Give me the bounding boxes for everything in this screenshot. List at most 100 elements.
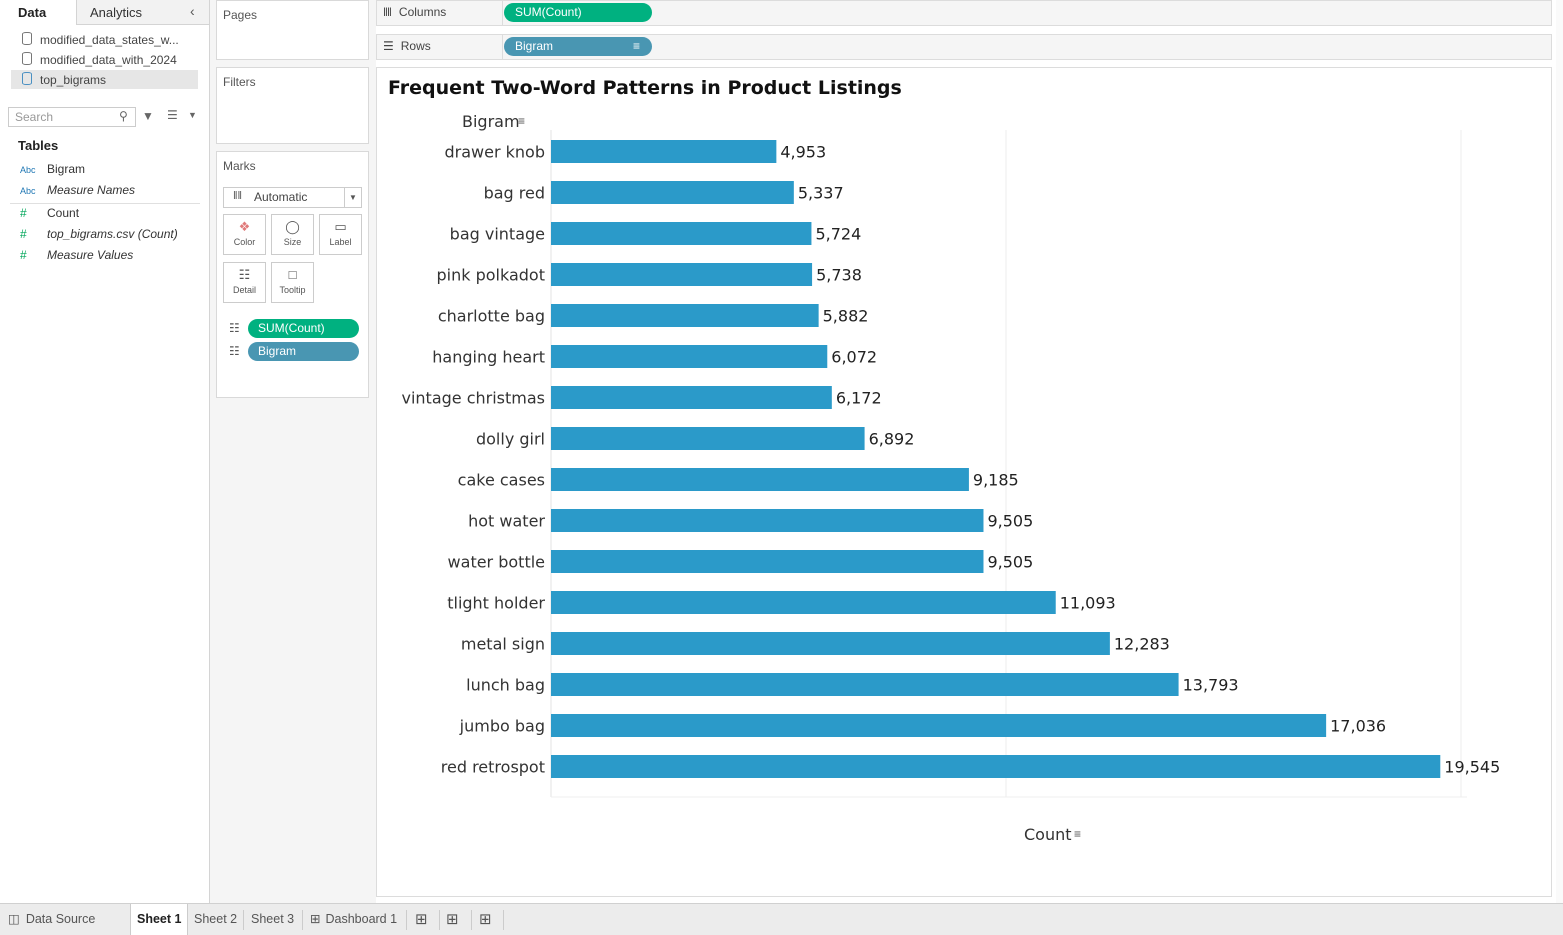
tab-separator [471, 910, 472, 930]
field-label: Count [47, 206, 80, 220]
chevron-down-icon[interactable]: ▼ [349, 193, 357, 202]
sort-descending-icon[interactable]: ≡ [1074, 827, 1081, 841]
bar[interactable] [551, 632, 1110, 655]
tab-dashboard-1[interactable]: ⊞ Dashboard 1 [310, 904, 397, 935]
category-label[interactable]: pink polkadot [437, 266, 546, 285]
database-active-icon [22, 72, 32, 85]
datasource-item-active[interactable]: top_bigrams [22, 71, 198, 89]
data-label: 4,953 [780, 143, 826, 162]
size-icon: ◯ [285, 219, 300, 234]
category-label[interactable]: bag red [484, 184, 545, 203]
tab-data-source[interactable]: ◫ Data Source [8, 904, 95, 935]
detail-hierarchy-icon: ☷ [229, 344, 240, 358]
tab-sheet-2[interactable]: Sheet 2 [194, 904, 237, 935]
category-label[interactable]: water bottle [448, 553, 545, 572]
collapse-pane-icon[interactable]: ‹ [190, 3, 195, 19]
color-button-label: Color [233, 237, 256, 247]
mark-type-select[interactable]: Automatic [223, 187, 362, 208]
number-type-icon: # [20, 206, 27, 220]
bar[interactable] [551, 386, 832, 409]
category-label[interactable]: cake cases [458, 471, 545, 490]
field-label: Measure Names [47, 183, 136, 197]
x-axis-title[interactable]: Count [1024, 825, 1072, 844]
new-story-icon[interactable]: ⊞ [479, 904, 492, 935]
category-labels: drawer knob bag red bag vintage pink polkad… [401, 143, 545, 777]
rows-pill-bigram[interactable]: Bigram ≡ [504, 37, 652, 56]
field-measure-names[interactable]: Abc Measure Names [20, 181, 135, 199]
category-label[interactable]: tlight holder [447, 594, 545, 613]
field-search-input[interactable]: Search [8, 107, 136, 127]
chart-title: Frequent Two-Word Patterns in Product Li… [388, 77, 902, 99]
marks-pill-bigram[interactable]: Bigram [248, 342, 359, 361]
category-label[interactable]: jumbo bag [459, 717, 545, 736]
tab-separator [503, 910, 504, 930]
bar[interactable] [551, 427, 865, 450]
bar-chart: drawer knob bag red bag vintage pink polkad… [401, 130, 1500, 798]
category-label[interactable]: vintage christmas [401, 389, 545, 408]
tab-data[interactable]: Data [0, 0, 77, 25]
category-label[interactable]: metal sign [461, 635, 545, 654]
tab-sheet-3[interactable]: Sheet 3 [251, 904, 294, 935]
bar[interactable] [551, 509, 984, 532]
field-measure-values[interactable]: # Measure Values [20, 246, 133, 264]
columns-icon: ‖‖ [383, 5, 392, 19]
data-label: 19,545 [1444, 758, 1500, 777]
bar[interactable] [551, 673, 1179, 696]
label-button[interactable]: ▭ Label [319, 214, 362, 255]
category-label[interactable]: lunch bag [466, 676, 545, 695]
category-label[interactable]: drawer knob [445, 143, 545, 162]
field-bigram[interactable]: Abc Bigram [20, 160, 85, 178]
tables-heading: Tables [18, 138, 59, 153]
columns-pill-sum-count[interactable]: SUM(Count) [504, 3, 652, 22]
color-button[interactable]: ❖ Color [223, 214, 266, 255]
category-label[interactable]: dolly girl [476, 430, 545, 449]
marks-pill-sum-count[interactable]: SUM(Count) [248, 319, 359, 338]
bar[interactable] [551, 468, 969, 491]
tooltip-button[interactable]: □ Tooltip [271, 262, 314, 303]
bar[interactable] [551, 345, 828, 368]
sort-descending-icon[interactable]: ≡ [518, 114, 525, 128]
chevron-down-icon[interactable]: ▼ [188, 110, 197, 120]
bar[interactable] [551, 181, 794, 204]
view-list-icon[interactable]: ☰ [167, 108, 178, 122]
filter-icon[interactable]: ▼ [142, 109, 154, 123]
vertical-scrollbar[interactable] [1556, 0, 1563, 903]
detail-button[interactable]: ☷ Detail [223, 262, 266, 303]
tab-separator [243, 910, 244, 930]
bar[interactable] [551, 591, 1056, 614]
category-label[interactable]: hanging heart [432, 348, 545, 367]
sort-descending-icon[interactable]: ≡ [633, 37, 640, 56]
database-icon: ◫ [8, 912, 20, 926]
bar[interactable] [551, 304, 819, 327]
new-dashboard-icon[interactable]: ⊞ [446, 904, 459, 935]
search-icon[interactable]: ⚲ [119, 109, 128, 123]
category-label[interactable]: bag vintage [450, 225, 545, 244]
database-icon [22, 32, 32, 45]
category-label[interactable]: red retrospot [441, 758, 545, 777]
field-top-bigrams-count[interactable]: # top_bigrams.csv (Count) [20, 225, 178, 243]
data-label: 6,892 [869, 430, 915, 449]
tab-sheet-1[interactable]: Sheet 1 [130, 904, 189, 935]
field-count[interactable]: # Count [20, 204, 79, 222]
datasource-item[interactable]: modified_data_states_w... [22, 31, 198, 49]
category-label[interactable]: charlotte bag [438, 307, 545, 326]
new-worksheet-icon[interactable]: ⊞ [415, 904, 428, 935]
bar[interactable] [551, 755, 1441, 778]
bar[interactable] [551, 263, 813, 286]
pages-card[interactable]: Pages [216, 0, 369, 60]
data-label: 17,036 [1330, 717, 1386, 736]
size-button[interactable]: ◯ Size [271, 214, 314, 255]
category-label[interactable]: hot water [468, 512, 545, 531]
row-header-bigram[interactable]: Bigram [462, 112, 520, 131]
columns-shelf-label: ‖‖ Columns [383, 5, 446, 19]
bar[interactable] [551, 140, 777, 163]
datasource-item[interactable]: modified_data_with_2024 [22, 51, 198, 69]
marks-card-title: Marks [223, 159, 256, 173]
filters-card[interactable]: Filters [216, 67, 369, 144]
tab-separator [439, 910, 440, 930]
bar[interactable] [551, 714, 1327, 737]
bar[interactable] [551, 550, 984, 573]
data-label: 5,724 [815, 225, 861, 244]
data-label: 5,337 [798, 184, 844, 203]
bar[interactable] [551, 222, 812, 245]
